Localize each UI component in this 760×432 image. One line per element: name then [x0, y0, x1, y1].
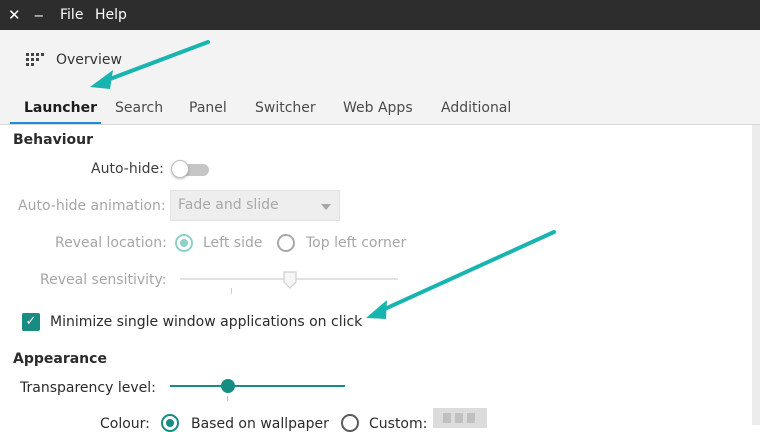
annotation-arrows	[90, 40, 556, 319]
annotation-arrow-minimize	[376, 230, 556, 314]
annotation-arrowhead	[366, 300, 387, 319]
annotation-arrowhead	[90, 70, 113, 89]
annotation-arrow-overview	[100, 40, 210, 84]
